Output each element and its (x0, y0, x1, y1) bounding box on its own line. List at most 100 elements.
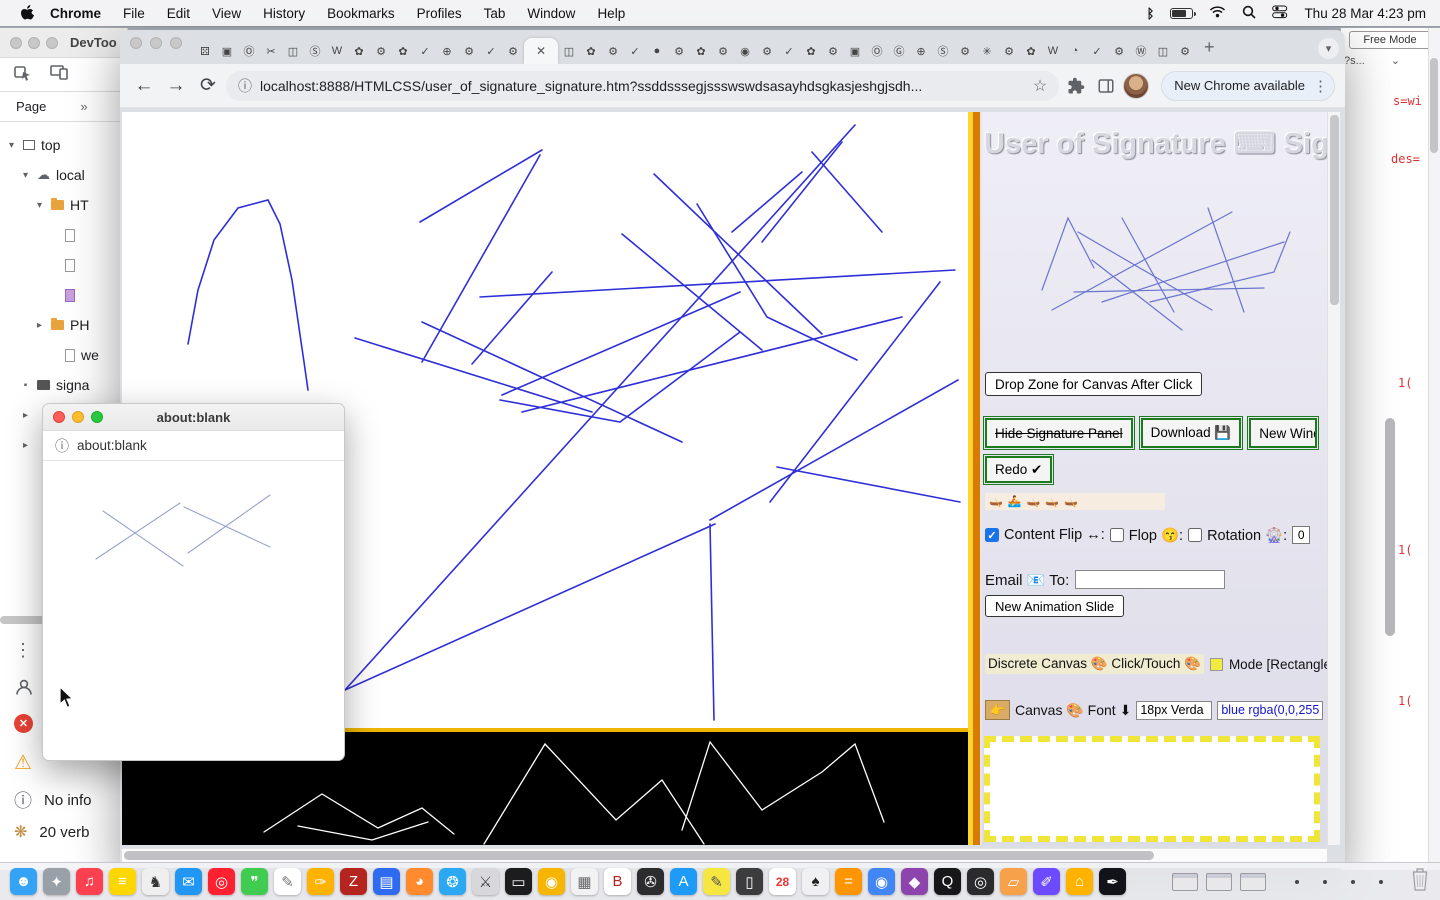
pointer-box-icon[interactable]: 👉 (985, 700, 1010, 720)
browser-tab[interactable]: ✿ (1020, 38, 1042, 64)
zoom-button[interactable] (170, 37, 182, 49)
browser-tab[interactable]: W (1042, 38, 1064, 64)
dock-textedit[interactable]: ✎ (274, 868, 301, 895)
reload-button[interactable]: ⟳ (194, 72, 222, 100)
dock-z-app[interactable]: Z (340, 868, 367, 895)
scrollbar-thumb[interactable] (1430, 58, 1438, 153)
dock-pen-app[interactable]: ✒ (1099, 868, 1126, 895)
menubar-item-window[interactable]: Window (527, 6, 575, 21)
redo-button[interactable]: Redo ✔ (985, 456, 1052, 483)
disclosure-arrow[interactable]: ▪ (20, 380, 31, 391)
browser-tab[interactable]: ⚙ (602, 38, 624, 64)
browser-tab[interactable]: ✳ (976, 38, 998, 64)
email-input[interactable] (1075, 570, 1225, 589)
browser-tab[interactable]: W (326, 38, 348, 64)
browser-tab[interactable]: ◉ (734, 38, 756, 64)
browser-tab[interactable]: ✿ (392, 38, 414, 64)
new-tab-button[interactable]: + (1204, 37, 1215, 58)
menubar-item-file[interactable]: File (123, 6, 145, 21)
dock-tv[interactable]: ▭ (505, 868, 532, 895)
panel-scrollbar-thumb[interactable] (1330, 115, 1339, 305)
browser-tab[interactable]: ⚄ (194, 38, 216, 64)
device-toolbar-icon[interactable] (50, 63, 68, 86)
dock-utility[interactable]: ⚔ (472, 868, 499, 895)
content-flip-checkbox[interactable]: ✓ (985, 528, 999, 542)
forward-button[interactable]: → (162, 72, 190, 100)
error-close-icon[interactable]: ✕ (14, 714, 33, 733)
browser-tab[interactable]: ◫ (1152, 38, 1174, 64)
address-bar[interactable]: ⓘ localhost:8888/HTMLCSS/user_of_signatu… (226, 71, 1059, 101)
warning-icon[interactable]: ⚠ (14, 750, 32, 775)
color-swatch[interactable] (1210, 658, 1223, 671)
dock-home-app[interactable]: ⌂ (1066, 868, 1093, 895)
scrollbar-thumb[interactable] (1385, 418, 1395, 636)
tab-page[interactable]: Page (16, 99, 46, 114)
site-info-icon[interactable]: ⓘ (238, 76, 252, 96)
dock-firefox[interactable]: ◕ (406, 868, 433, 895)
dock-q-app[interactable]: Q (934, 868, 961, 895)
disclosure-arrow[interactable]: ▸ (20, 410, 31, 421)
menubar-item-chrome[interactable]: Chrome (50, 6, 101, 21)
profile-icon[interactable] (14, 677, 34, 697)
browser-tab[interactable]: ✿ (348, 38, 370, 64)
apple-menu-icon[interactable] (20, 5, 34, 21)
dock-calculator[interactable]: = (835, 868, 862, 895)
minimize-button[interactable] (150, 37, 162, 49)
bookmark-star-icon[interactable]: ☆ (1033, 76, 1047, 96)
dock-bear[interactable]: B (604, 868, 631, 895)
dock-mail[interactable]: ✉ (175, 868, 202, 895)
menubar-item-bookmarks[interactable]: Bookmarks (327, 6, 395, 21)
browser-tab[interactable]: Ⓞ (238, 38, 260, 64)
devtools-tree-item-top[interactable]: ▾top (0, 130, 127, 160)
dock-grid-app[interactable]: ▦ (571, 868, 598, 895)
minimized-window[interactable] (1206, 873, 1232, 891)
menubar-item-tab[interactable]: Tab (484, 6, 506, 21)
dock-brush-app[interactable]: ✐ (1033, 868, 1060, 895)
menubar-clock[interactable]: Thu 28 Mar 4:23 pm (1304, 6, 1426, 21)
menubar-item-help[interactable]: Help (597, 6, 625, 21)
side-panel-icon[interactable] (1093, 73, 1119, 99)
trash-icon[interactable] (1410, 866, 1430, 897)
rotation-input[interactable] (1292, 526, 1310, 544)
inspect-icon[interactable] (14, 63, 32, 86)
devtools-tree-item-local[interactable]: ▾☁local (0, 160, 127, 190)
minimized-window[interactable] (1172, 873, 1198, 891)
close-button[interactable] (130, 37, 142, 49)
browser-tab[interactable]: Ⓦ (1130, 38, 1152, 64)
site-info-icon[interactable]: ⓘ (55, 436, 69, 456)
active-tab[interactable]: ✕ (524, 38, 558, 64)
minimized-window[interactable] (1240, 873, 1266, 891)
horizontal-scrollbar-thumb[interactable] (124, 851, 1154, 860)
dock-cards[interactable]: ♠ (802, 868, 829, 895)
dock-amber-app[interactable]: ◉ (538, 868, 565, 895)
hide-signature-panel-button[interactable]: Hide Signature Panel (985, 418, 1133, 448)
browser-tab[interactable]: ✿ (580, 38, 602, 64)
rotation-checkbox[interactable] (1188, 528, 1202, 542)
dock-preview[interactable]: ✑ (307, 868, 334, 895)
tab-search-chevron-icon[interactable]: ▾ (1318, 38, 1339, 59)
devtools-hscroll-thumb[interactable] (0, 616, 46, 624)
browser-tab[interactable]: ◫ (282, 38, 304, 64)
devtools-tree-item[interactable] (0, 220, 127, 250)
browser-tab[interactable]: ✿ (690, 38, 712, 64)
popup-address-bar[interactable]: ⓘ about:blank (43, 431, 344, 461)
download-button[interactable]: Download 💾 (1141, 418, 1242, 448)
dock-calendar[interactable]: 28 (769, 868, 796, 895)
menubar-item-edit[interactable]: Edit (167, 6, 190, 21)
back-button[interactable]: ← (130, 72, 158, 100)
browser-tab[interactable]: Ⓢ (304, 38, 326, 64)
dock-phone[interactable]: ▯ (736, 868, 763, 895)
dock-chess[interactable]: ♞ (142, 868, 169, 895)
browser-tab[interactable]: ▣ (844, 38, 866, 64)
popup-canvas[interactable] (43, 461, 344, 761)
dock-files[interactable]: ▤ (373, 868, 400, 895)
disclosure-arrow[interactable]: ▸ (20, 440, 31, 451)
new-animation-slide-button[interactable]: New Animation Slide (985, 595, 1124, 617)
browser-tab[interactable]: ⚙ (712, 38, 734, 64)
control-center-icon[interactable] (1272, 5, 1288, 22)
spotlight-search-icon[interactable] (1242, 5, 1256, 22)
menubar-item-history[interactable]: History (263, 6, 305, 21)
dock-app-store[interactable]: A (670, 868, 697, 895)
drop-zone-button[interactable]: Drop Zone for Canvas After Click (985, 372, 1202, 396)
browser-tab[interactable]: ⊕ (910, 38, 932, 64)
